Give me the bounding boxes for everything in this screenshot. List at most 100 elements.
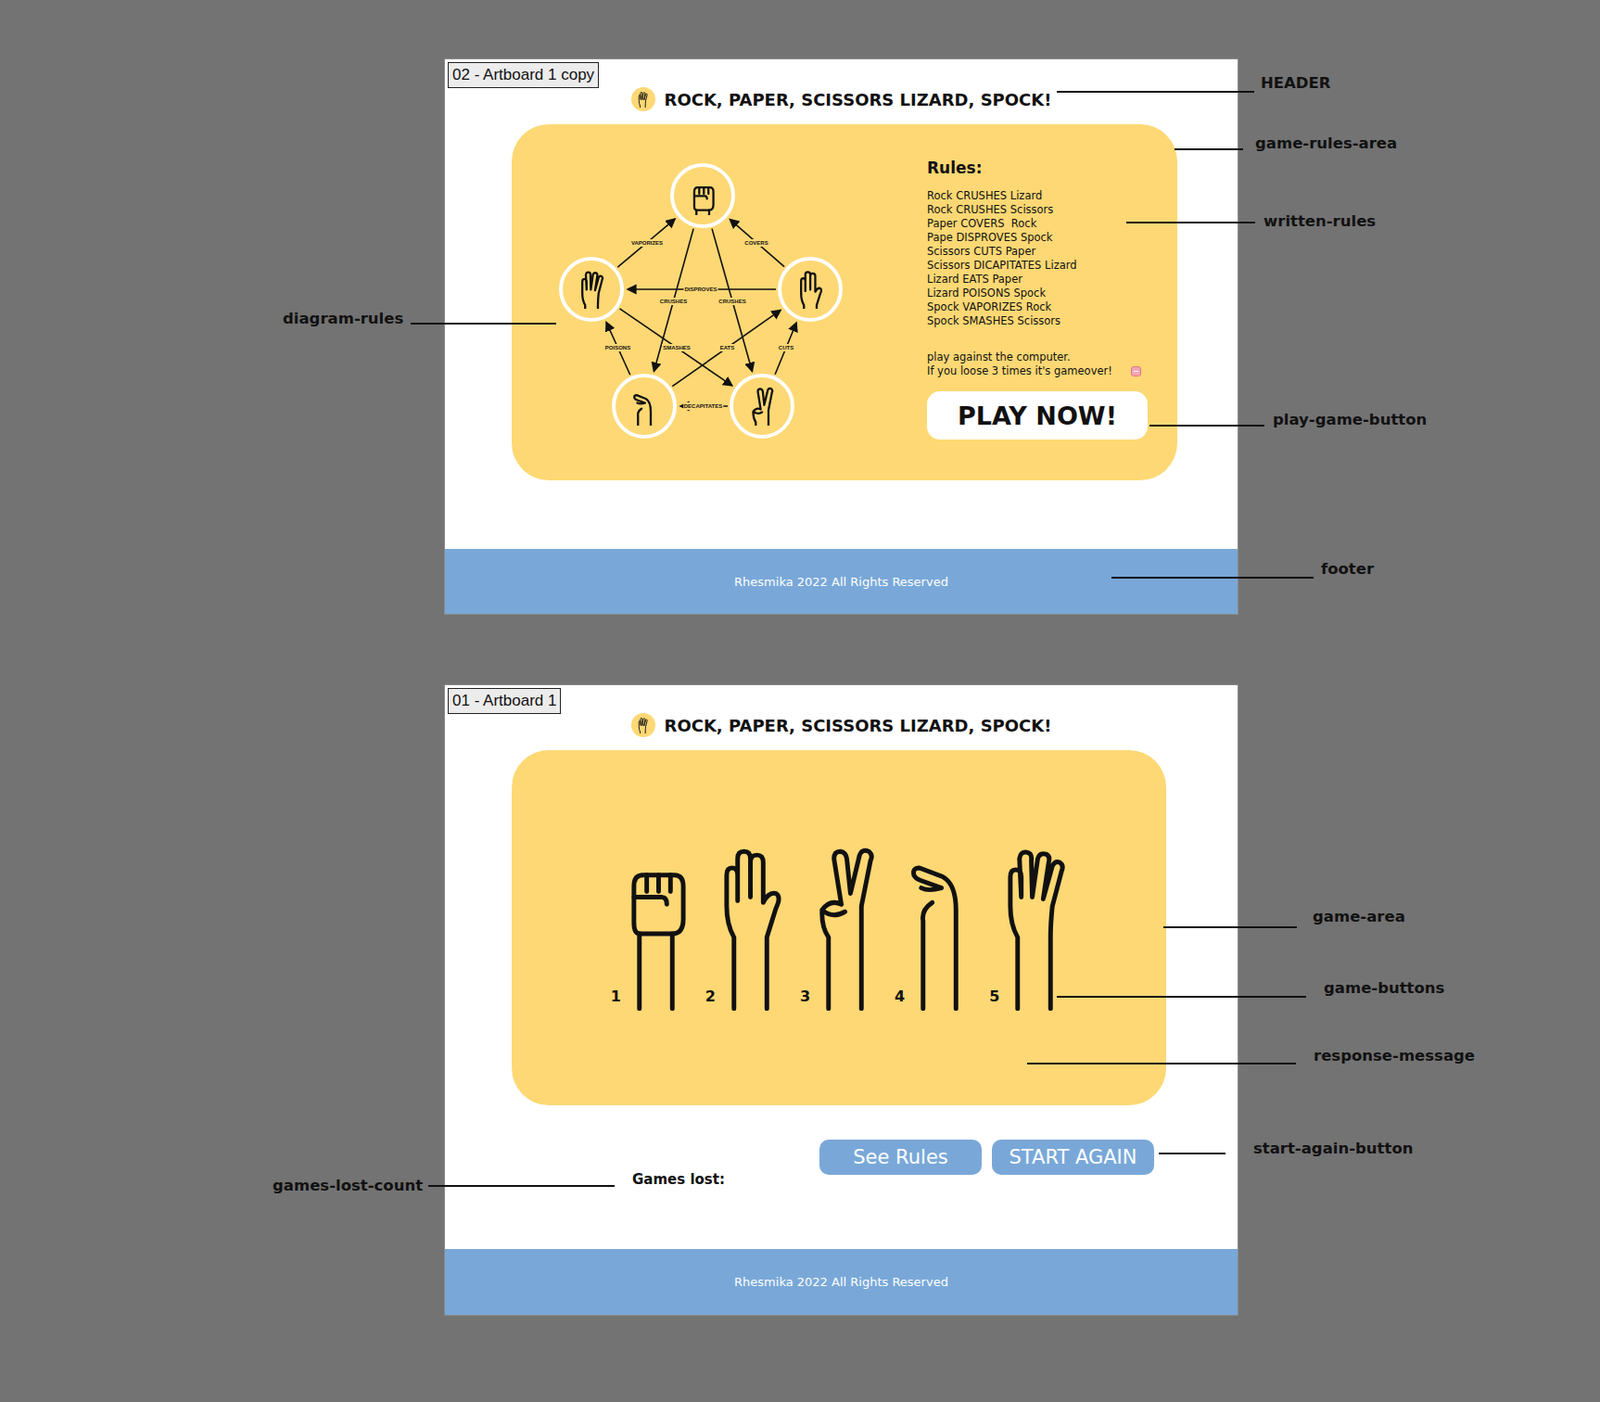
plugin-icon-bar [1133, 370, 1139, 372]
note-text: If you loose 3 times it's gameover! [926, 364, 1113, 379]
artboard: 01 - Artboard 1ROCK, PAPER, SCISSORS LIZ… [444, 684, 1239, 1316]
note-text: play against the computer. [926, 350, 1071, 365]
logo-hand-icon [631, 712, 656, 737]
annotation-label: diagram-rules [282, 308, 404, 330]
annotation-line [1158, 1152, 1226, 1155]
diagram-node [558, 256, 624, 322]
arrow-label: CRUSHES [659, 297, 688, 305]
game-button[interactable]: 1 [610, 845, 689, 1011]
footer-text: Rhesmika 2022 All Rights Reserved [734, 1274, 949, 1289]
game-rules-area: VAPORIZES COVERS DISPROVES CRUSHES CRUSHES SM… [511, 124, 1178, 481]
rule-line: Paper COVERS Rock [926, 216, 1037, 231]
rule-line: Pape DISPROVES Spock [926, 230, 1054, 245]
start-again-button[interactable]: START AGAIN [991, 1139, 1155, 1175]
arrow-label: POISONS [604, 343, 632, 352]
footer: Rhesmika 2022 All Rights Reserved [444, 548, 1238, 614]
game-button-number: 1 [610, 988, 622, 1005]
annotation-line [1149, 424, 1265, 427]
annotation-line [1163, 926, 1297, 928]
note-line: If you loose 3 times it's gameover! [926, 364, 1142, 379]
games-lost-count: Games lost: [632, 1169, 820, 1188]
footer: Rhesmika 2022 All Rights Reserved [444, 1248, 1238, 1315]
annotation-line [1027, 1062, 1296, 1065]
game-button[interactable]: 5 [989, 845, 1067, 1011]
diagram-arrow [711, 228, 752, 372]
diagram-node [611, 373, 677, 439]
diagram-node [729, 373, 795, 439]
see-rules-button[interactable]: See Rules [819, 1139, 982, 1175]
rock-hand-icon [690, 176, 716, 216]
scissors-hand-icon [749, 386, 775, 426]
artboard-label: 02 - Artboard 1 copy [447, 62, 599, 89]
annotation-label: response-message [1313, 1045, 1475, 1067]
rules-heading: Rules: [926, 157, 982, 178]
arrow-label: COVERS [743, 239, 769, 247]
play-game-button-label: PLAY NOW! [957, 401, 1118, 431]
annotation-line [1056, 90, 1255, 93]
games-lost-label: Games lost: [632, 1170, 725, 1188]
annotation-line [1111, 576, 1314, 579]
annotation-label: game-area [1312, 906, 1406, 927]
diagram-node [777, 256, 843, 322]
annotation-label: play-game-button [1272, 409, 1427, 431]
header: ROCK, PAPER, SCISSORS LIZARD, SPOCK! [444, 685, 1238, 750]
diagram-arrow [774, 322, 797, 375]
paper-hand-icon [719, 845, 784, 1011]
written-rules: Rules:Rock CRUSHES LizardRock CRUSHES Sc… [882, 124, 1178, 481]
annotation-label: game-rules-area [1255, 133, 1397, 154]
rule-line: Scissors CUTS Paper [926, 244, 1036, 259]
play-game-button[interactable]: PLAY NOW! [926, 391, 1148, 440]
controls-row: Games lost:See RulesSTART AGAIN [444, 1139, 1238, 1175]
arrow-label: EATS [719, 343, 737, 352]
annotation-label: games-lost-count [272, 1175, 423, 1196]
rule-line: Lizard EATS Paper [926, 272, 1023, 287]
arrow-label: DECAPITATES [683, 402, 724, 410]
diagram-rules: VAPORIZES COVERS DISPROVES CRUSHES CRUSHES SM… [511, 124, 883, 481]
annotation-label: start-again-button [1253, 1138, 1413, 1159]
annotation-line [410, 322, 557, 325]
button-label: See Rules [852, 1145, 949, 1169]
artboard-label: 01 - Artboard 1 [447, 687, 561, 714]
design-canvas: 02 - Artboard 1 copy ROCK, PAPER, SCISSOR… [0, 0, 1600, 1402]
lizard-hand-icon [632, 386, 658, 426]
plugin-icon [1130, 366, 1142, 377]
game-button[interactable]: 2 [705, 845, 784, 1011]
arrow-label: VAPORIZES [630, 239, 664, 247]
lizard-hand-icon [908, 845, 973, 1011]
header-title: ROCK, PAPER, SCISSORS LIZARD, SPOCK! [664, 89, 1053, 110]
diagram-arrow [729, 219, 785, 267]
annotation-layer: HEADERgame-rules-areawritten-rulesdiagra… [0, 0, 1600, 1402]
artboard: 02 - Artboard 1 copy ROCK, PAPER, SCISSOR… [444, 58, 1239, 615]
footer-text: Rhesmika 2022 All Rights Reserved [734, 574, 949, 589]
button-label: START AGAIN [1009, 1145, 1138, 1169]
diagram-node [670, 163, 736, 229]
game-button-number: 3 [800, 988, 811, 1005]
arrow-label: CRUSHES [717, 297, 747, 305]
game-button-number: 5 [989, 988, 1000, 1005]
game-button-number: 4 [894, 988, 905, 1005]
logo-hand-icon [631, 87, 656, 112]
annotation-label: game-buttons [1323, 977, 1445, 999]
rule-line: Lizard POISONS Spock [926, 286, 1046, 301]
arrow-label: CUTS [777, 343, 795, 352]
annotation-line [1056, 995, 1307, 998]
rock-hand-icon [624, 845, 689, 1011]
game-button[interactable]: 3 [800, 845, 878, 1011]
game-button[interactable]: 4 [894, 845, 973, 1011]
rule-line: Scissors DICAPITATES Lizard [926, 258, 1078, 273]
diagram-arrow [617, 218, 675, 267]
arrow-label: SMASHES [661, 343, 692, 352]
rule-line: Rock CRUSHES Scissors [926, 203, 1054, 217]
game-button-number: 2 [705, 988, 716, 1005]
scissors-hand-icon [813, 845, 878, 1011]
annotation-line [428, 1184, 615, 1187]
annotation-label: written-rules [1263, 211, 1376, 232]
rule-line: Spock VAPORIZES Rock [926, 300, 1052, 315]
arrow-label: DISPROVES [683, 285, 718, 293]
play-notes: play against the computer.If you loose 3… [926, 350, 1142, 379]
response-message [511, 1010, 1167, 1067]
rule-line: Spock SMASHES Scissors [926, 314, 1061, 329]
annotation-line [1174, 148, 1244, 151]
annotation-label: footer [1320, 558, 1374, 580]
spock-hand-icon [579, 269, 605, 309]
